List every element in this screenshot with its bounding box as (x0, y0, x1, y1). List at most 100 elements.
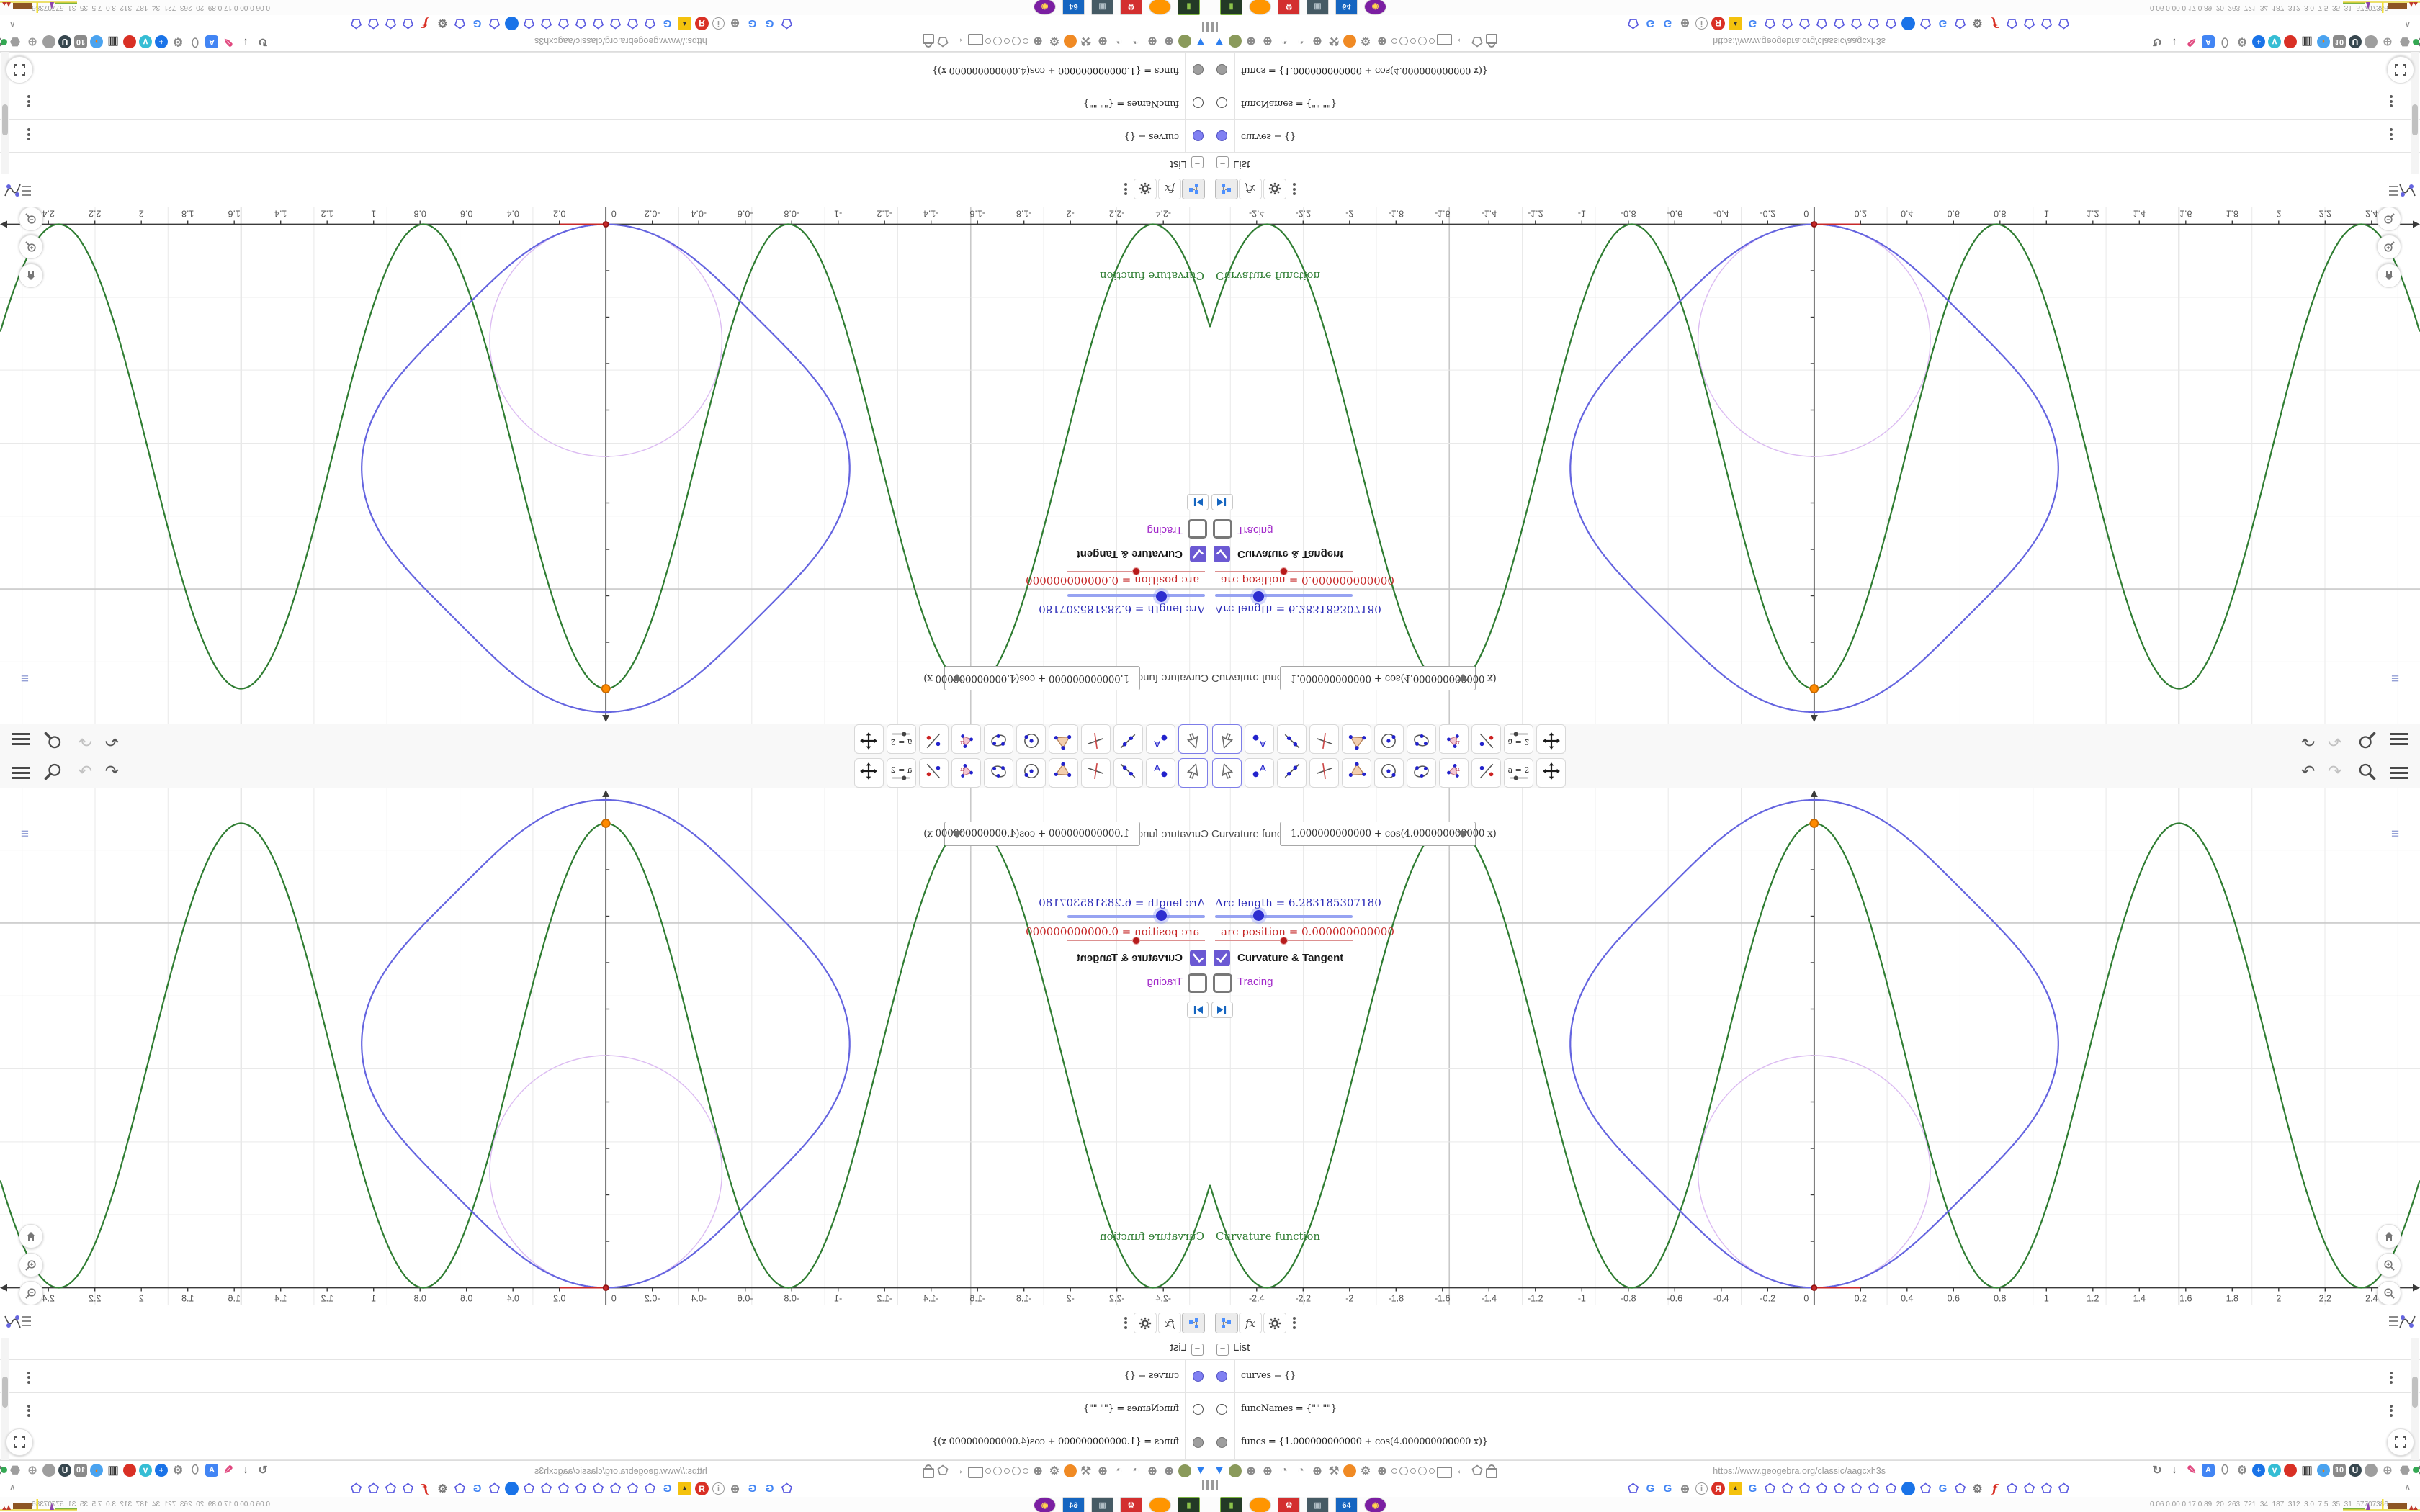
rnd-icon[interactable]: ◗ (90, 1464, 103, 1477)
glyph-icon[interactable]: ⊕ (1310, 34, 1325, 48)
ggb-favicon-icon[interactable]: ⬠ (780, 1482, 794, 1495)
tool-move-view-button[interactable] (1536, 758, 1566, 788)
rnd-icon[interactable]: + (155, 1464, 168, 1477)
funcnames-visibility-toggle[interactable] (1216, 97, 1227, 108)
row-kebab-icon[interactable] (2390, 127, 2393, 143)
algebra-graph-toggle-icon[interactable] (2388, 178, 2416, 199)
disc-icon[interactable] (1178, 1464, 1191, 1477)
collapse-list-button[interactable]: − (1216, 156, 1229, 169)
ggb-favicon-icon[interactable]: ⬠ (1798, 17, 1811, 31)
arc-position-slider-handle[interactable] (1280, 567, 1288, 575)
rnd-icon[interactable]: + (2252, 35, 2265, 48)
undo-icon[interactable]: ↶ (105, 730, 119, 752)
dropdown-caret-icon[interactable] (951, 674, 963, 681)
graphics-view[interactable]: -2.4 -2.2 -2 -1.8 -1.6 -1.4 -1.2 -1 -0.8 -0.6 -0.4… (1210, 788, 2420, 1306)
ggb-favicon-icon[interactable]: ⬠ (401, 1482, 415, 1495)
play-pause-button[interactable] (1187, 1002, 1209, 1018)
glyph-icon[interactable]: ⊕ (1260, 34, 1275, 48)
gear-favicon-icon[interactable]: ⚙ (436, 17, 449, 30)
fx-button[interactable]: fx (1239, 1313, 1262, 1333)
img-favicon-icon[interactable]: ▲ (1729, 17, 1742, 30)
rnd-icon[interactable]: ∨ (139, 35, 152, 48)
ggb-favicon-icon[interactable]: ⬠ (1780, 17, 1794, 31)
G-favicon-icon[interactable]: G (763, 17, 776, 30)
glyph-icon[interactable]: ⚙ (1047, 1464, 1062, 1478)
glyph-icon[interactable]: ⬯ (188, 1463, 202, 1477)
settings-button[interactable] (1134, 179, 1157, 199)
arc-length-slider[interactable] (1215, 594, 1353, 597)
ggb-favicon-icon[interactable]: ⬠ (1763, 17, 1777, 31)
arc-length-slider-handle[interactable] (1156, 591, 1167, 602)
app-terminal-icon[interactable]: ▮ (1220, 0, 1242, 15)
glyph-icon[interactable]: ⊕ (25, 1463, 40, 1477)
dot-lg-icon[interactable] (1418, 1467, 1427, 1475)
ggb-favicon-icon[interactable]: ⬠ (401, 17, 415, 31)
glyph-icon[interactable]: ⊕ (2380, 1463, 2395, 1477)
rnd-icon[interactable] (42, 1464, 55, 1477)
ggb-favicon-icon[interactable]: ⬠ (780, 17, 794, 31)
tool-move-view-button[interactable] (1536, 724, 1566, 754)
zoom-out-button[interactable] (2377, 207, 2401, 231)
tree-view-button[interactable] (1182, 1313, 1205, 1333)
dot-sm-icon[interactable] (1410, 38, 1416, 44)
glyph-icon[interactable]: ↓ (238, 1463, 253, 1477)
disc-icon[interactable] (1064, 35, 1077, 48)
zoom-out-button[interactable] (19, 1281, 43, 1305)
arc-length-slider[interactable] (1067, 594, 1205, 597)
glyph-icon[interactable]: ▥ (2300, 1463, 2314, 1477)
disc-icon[interactable] (1178, 35, 1191, 48)
page-url[interactable]: https://www.geogebra.org/classic/aagcxh3… (1713, 1466, 1886, 1476)
ggb-favicon-icon[interactable]: ⬠ (367, 17, 380, 31)
G-favicon-icon[interactable]: G (660, 17, 674, 30)
arc-position-slider-handle[interactable] (1280, 937, 1288, 945)
glyph-icon[interactable]: ◔ (1129, 34, 1143, 48)
info-favicon-icon[interactable]: i (712, 1482, 725, 1495)
tool-angle-button[interactable]: α (1439, 758, 1469, 788)
chevron-up-icon[interactable]: ∧ (9, 19, 16, 30)
glyph-icon[interactable]: ⬣ (2398, 1463, 2412, 1477)
scrollbar-thumb[interactable] (2, 1377, 9, 1408)
glyph-icon[interactable]: ⊕ (1095, 1464, 1110, 1478)
tool-point-button[interactable]: A (1245, 758, 1274, 788)
ggb-favicon-icon[interactable]: ⬠ (1832, 17, 1846, 31)
fullscreen-button[interactable] (6, 1428, 33, 1456)
undo-icon[interactable]: ↶ (105, 760, 119, 782)
glyph-icon[interactable]: ↓ (2167, 35, 2182, 49)
glyph-icon[interactable]: ◔ (1294, 1464, 1308, 1478)
glyph-icon[interactable]: ◔ (1277, 34, 1291, 48)
glyph-icon[interactable]: ⊕ (1095, 34, 1110, 48)
ggb-favicon-icon[interactable]: ⬠ (1798, 1482, 1811, 1495)
collapse-list-button[interactable]: − (1191, 1343, 1204, 1356)
sq-icon[interactable]: 10 (74, 35, 87, 48)
graphics-stylebar-toggle-icon[interactable]: ≡ (21, 827, 29, 842)
scrollbar-thumb[interactable] (2, 104, 9, 135)
tool-ellipse-button[interactable] (1407, 758, 1436, 788)
rnd-icon[interactable] (2365, 35, 2378, 48)
disc-icon[interactable] (1064, 1464, 1077, 1477)
scrollbar-thumb[interactable] (2411, 1377, 2418, 1408)
ggb-favicon-icon[interactable]: ⬠ (2057, 17, 2071, 31)
glyph-icon[interactable]: ⊕ (1162, 34, 1176, 48)
rnd-icon[interactable]: U (2349, 1464, 2362, 1477)
curvature-tangent-checkbox[interactable] (1190, 950, 1206, 966)
graphics-stylebar-toggle-icon[interactable]: ≡ (21, 670, 29, 685)
tool-move-button[interactable] (1178, 758, 1208, 788)
tool-point-button[interactable]: A (1146, 724, 1175, 754)
rnd-icon[interactable] (2284, 35, 2297, 48)
dot-lg-icon[interactable] (1399, 1467, 1408, 1475)
tree-view-button[interactable] (1215, 1313, 1238, 1333)
tracing-checkbox[interactable] (1188, 973, 1207, 993)
dot-lg-icon[interactable] (1012, 37, 1021, 45)
page-url[interactable]: https://www.geogebra.org/classic/aagcxh3… (534, 1466, 707, 1476)
row-kebab-icon[interactable] (27, 1369, 30, 1385)
glyph-icon[interactable]: ✎ (2184, 35, 2199, 49)
play-pause-button[interactable] (1211, 1002, 1233, 1018)
settings-button[interactable] (1263, 179, 1286, 199)
glyph-icon[interactable]: ⊕ (1375, 34, 1389, 48)
glyph-icon[interactable]: ← (1454, 34, 1469, 48)
rnd-icon[interactable]: ∨ (2268, 35, 2281, 48)
tool-perpendicular-line-button[interactable] (1081, 724, 1111, 754)
graphics-stylebar-toggle-icon[interactable]: ≡ (2391, 670, 2399, 685)
rnd-icon[interactable]: + (2252, 1464, 2265, 1477)
tool-move-button[interactable] (1178, 724, 1208, 754)
